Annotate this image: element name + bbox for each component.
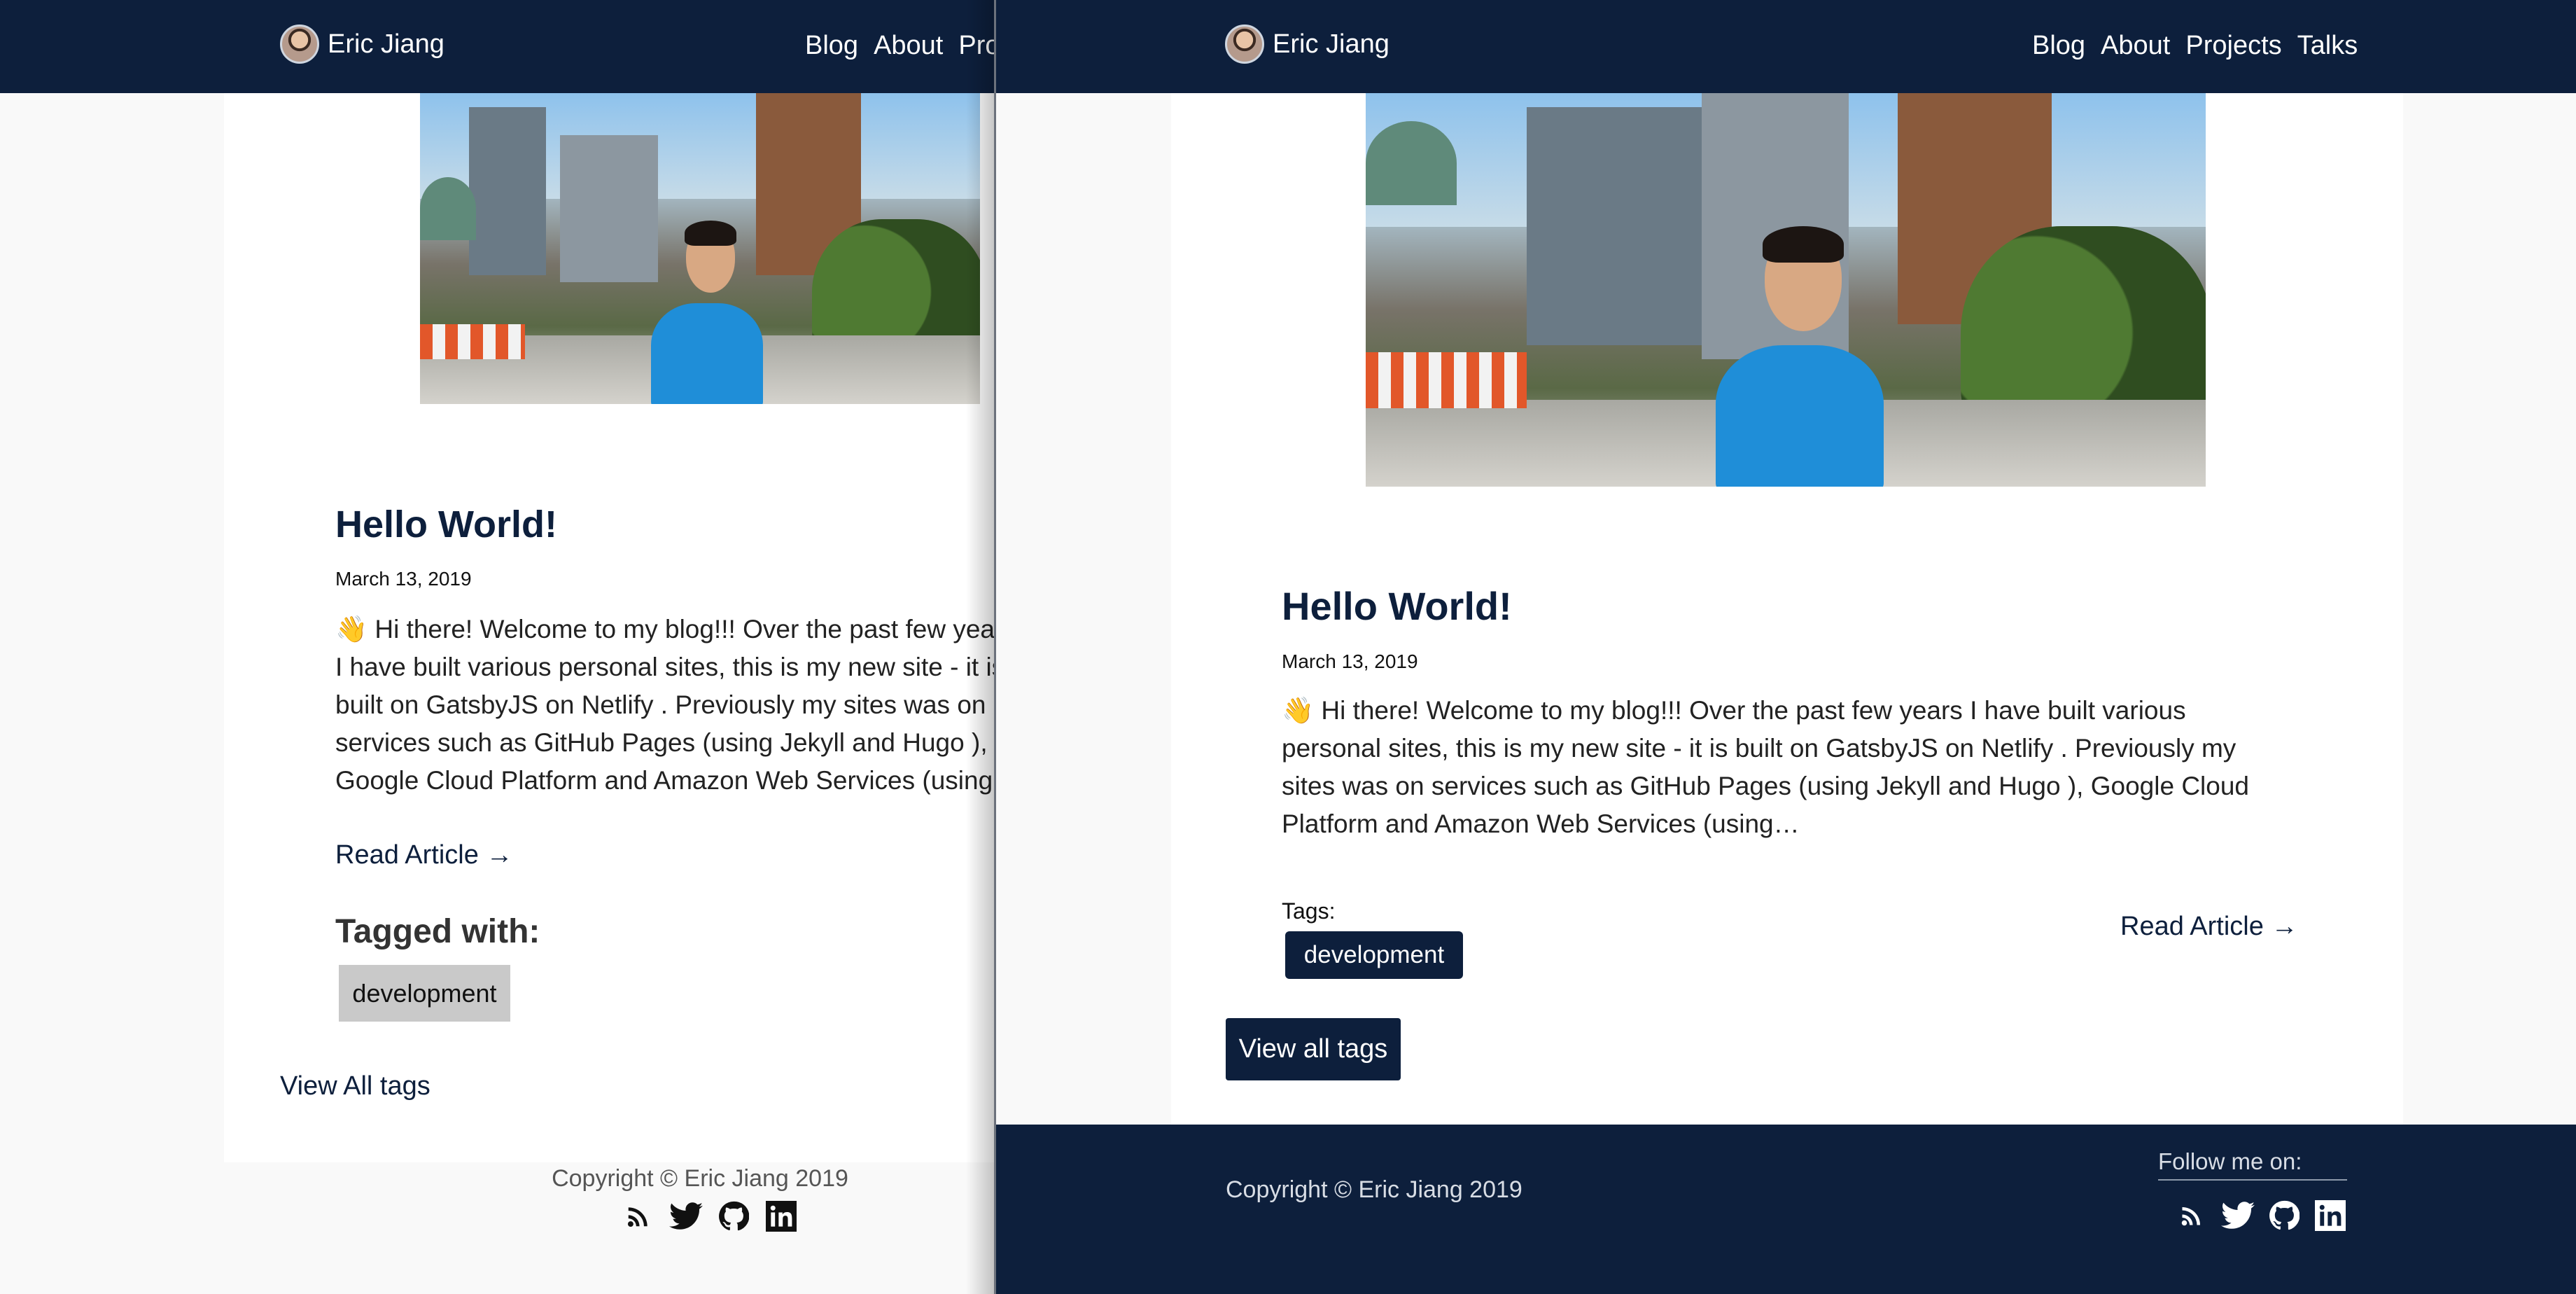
new-post-date: March 13, 2019 (1282, 651, 1418, 672)
old-view-all-tags-link[interactable]: View All tags (280, 1071, 430, 1101)
old-post-hero-image (420, 93, 980, 404)
view-all-tags-button[interactable]: View all tags (1226, 1018, 1401, 1080)
old-post-date: March 13, 2019 (335, 568, 472, 590)
avatar (280, 25, 319, 64)
site-name: Eric Jiang (328, 29, 444, 59)
new-footer-socials (2175, 1199, 2347, 1232)
new-footer: Copyright © Eric Jiang 2019 Follow me on… (996, 1125, 2576, 1294)
nav-talks[interactable]: Talks (2297, 31, 2358, 61)
follow-me-label: Follow me on: (2158, 1148, 2347, 1181)
new-brand-link[interactable]: Eric Jiang (1225, 25, 1390, 64)
nav-projects[interactable]: Projects (2185, 31, 2281, 61)
new-navbar: Eric Jiang Blog About Projects Talks (996, 0, 2576, 93)
new-nav-links: Blog About Projects Talks (2032, 31, 2358, 61)
github-icon[interactable] (2267, 1199, 2301, 1232)
nav-about[interactable]: About (874, 31, 943, 61)
new-read-article-link[interactable]: Read Article → (2120, 912, 2297, 942)
tags-label: Tags: (1282, 898, 1336, 924)
rss-icon[interactable] (622, 1199, 655, 1233)
linkedin-icon[interactable] (2314, 1199, 2347, 1232)
nav-blog[interactable]: Blog (805, 31, 858, 61)
site-name: Eric Jiang (1273, 29, 1390, 59)
github-icon[interactable] (717, 1199, 750, 1233)
nav-blog[interactable]: Blog (2032, 31, 2085, 61)
linkedin-icon[interactable] (764, 1199, 798, 1233)
old-tag-development[interactable]: development (339, 965, 510, 1022)
new-site-window: Eric Jiang Blog About Projects Talks Hel… (994, 0, 2576, 1294)
avatar (1225, 25, 1264, 64)
twitter-icon[interactable] (669, 1199, 703, 1233)
rss-icon[interactable] (2175, 1199, 2208, 1232)
old-post-title[interactable]: Hello World! (335, 503, 557, 546)
old-post-excerpt: 👋 Hi there! Welcome to my blog!!! Over t… (335, 615, 994, 795)
new-post-title[interactable]: Hello World! (1282, 583, 1512, 629)
window-overlap-shadow (966, 0, 994, 1294)
old-footer-socials (622, 1199, 798, 1233)
old-footer-copyright: Copyright © Eric Jiang 2019 (552, 1165, 848, 1192)
twitter-icon[interactable] (2221, 1199, 2255, 1232)
comparison-stage: Eric Jiang Blog About Projects Hello Wor… (0, 0, 2576, 1294)
old-navbar: Eric Jiang Blog About Projects (0, 0, 994, 93)
new-tag-development[interactable]: development (1285, 931, 1463, 979)
new-post-hero-image (1366, 93, 2206, 487)
tagged-with-heading: Tagged with: (335, 913, 540, 950)
old-brand-link[interactable]: Eric Jiang (280, 25, 444, 64)
old-site-window: Eric Jiang Blog About Projects Hello Wor… (0, 0, 994, 1294)
new-post-excerpt: 👋 Hi there! Welcome to my blog!!! Over t… (1282, 696, 2250, 838)
nav-about[interactable]: About (2101, 31, 2170, 61)
new-footer-copyright: Copyright © Eric Jiang 2019 (1226, 1176, 1522, 1203)
old-read-article-link[interactable]: Read Article → (335, 840, 512, 870)
